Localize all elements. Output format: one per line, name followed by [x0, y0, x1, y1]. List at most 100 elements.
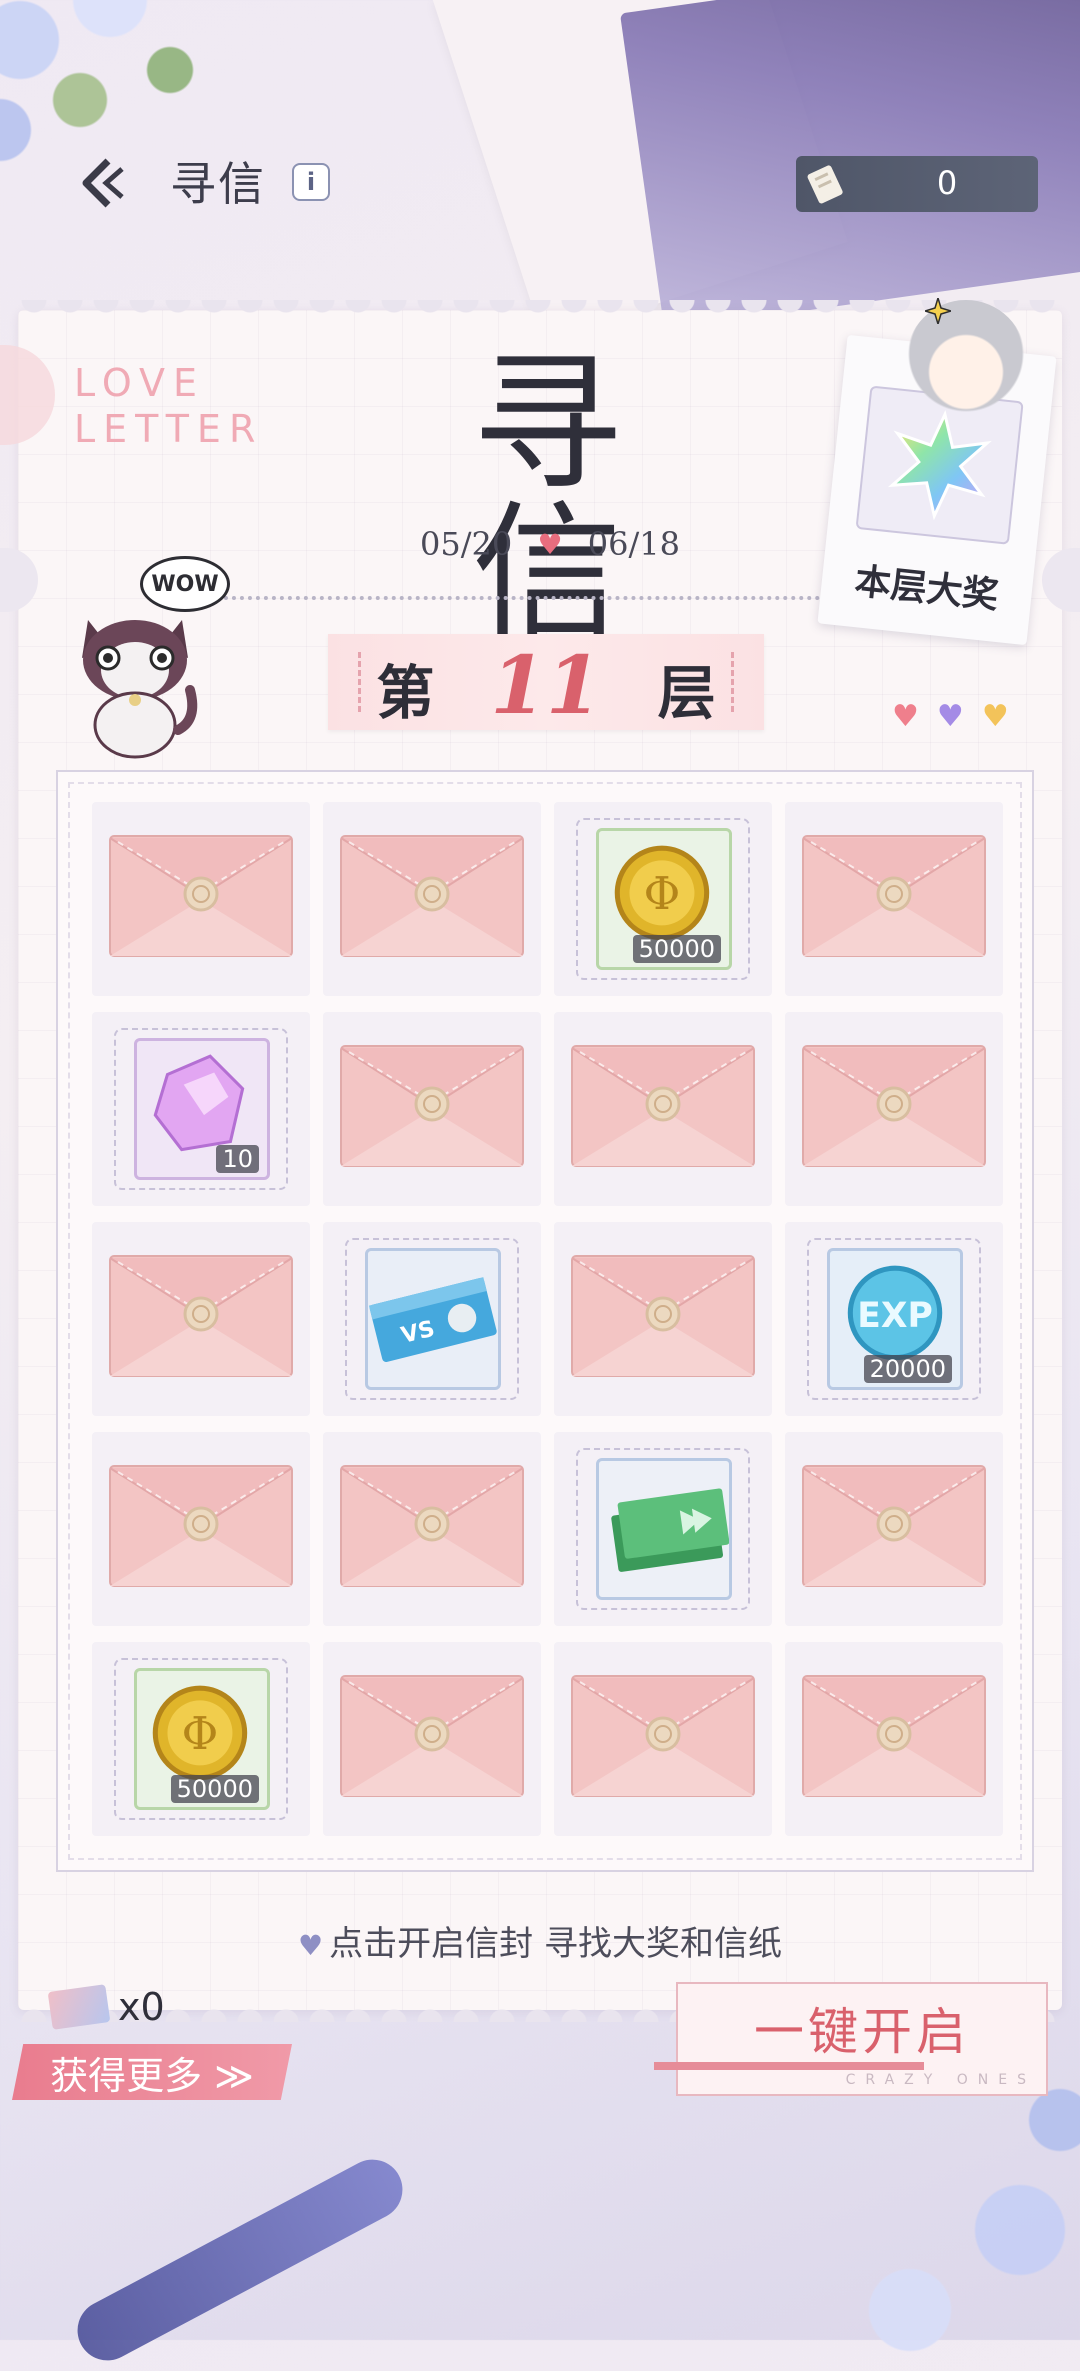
heart-red-icon: ♥ — [892, 699, 919, 734]
reward-frame: 10 — [114, 1028, 288, 1190]
reward-quantity: 20000 — [863, 1355, 952, 1383]
envelope — [108, 830, 294, 960]
envelope-cell[interactable] — [323, 1642, 541, 1836]
envelope-icon — [340, 1045, 524, 1167]
envelope-cell[interactable] — [785, 1642, 1003, 1836]
pen-decoration — [66, 2149, 414, 2371]
envelope — [801, 1460, 987, 1590]
reward-frame: VS — [345, 1238, 519, 1400]
page-title: 寻信 — [170, 157, 266, 211]
event-title: 寻信 — [471, 338, 628, 662]
envelope — [801, 1670, 987, 1800]
reward-quantity: 50000 — [632, 935, 721, 963]
envelope-icon — [802, 1675, 986, 1797]
envelope-cell[interactable] — [554, 1012, 772, 1206]
get-more-button[interactable]: 获得更多 ≫ — [12, 2044, 292, 2100]
floor-suffix: 层 — [657, 659, 716, 727]
envelope-cell[interactable] — [785, 802, 1003, 996]
ticket-count: x0 — [118, 1985, 165, 2029]
envelope-icon — [340, 1465, 524, 1587]
envelope — [570, 1040, 756, 1170]
envelope-cell[interactable] — [554, 1222, 772, 1416]
reward-box: Φ 50000 — [134, 1668, 270, 1810]
envelope — [570, 1670, 756, 1800]
floor-banner: 第 11 层 — [328, 634, 764, 732]
green-ticket-icon — [611, 1488, 730, 1572]
date-end: 06/18 — [587, 525, 680, 563]
heart-yellow-icon: ♥ — [981, 699, 1009, 734]
envelope-icon — [802, 1465, 986, 1587]
envelope-cell[interactable] — [785, 1432, 1003, 1626]
counter-value: 0 — [936, 164, 958, 202]
envelope-cell[interactable] — [323, 1012, 541, 1206]
love-letter-text: LOVE LETTER — [74, 360, 263, 452]
heart-indicators: ♥ ♥ ♥ — [892, 702, 1009, 732]
blue-ticket-icon: VS — [368, 1277, 497, 1362]
love-letter-line: LOVE — [74, 361, 206, 405]
envelope — [108, 1460, 294, 1590]
letter-ticket-icon — [47, 1984, 111, 2030]
reward-cell[interactable] — [554, 1432, 772, 1626]
character-avatar — [906, 300, 1026, 420]
reward-cell[interactable]: VS — [323, 1222, 541, 1416]
envelope-icon — [571, 1045, 755, 1167]
reward-cell[interactable]: EXP 20000 — [785, 1222, 1003, 1416]
letter-counter: 0 — [796, 156, 1038, 212]
reward-cell[interactable]: Φ 50000 — [554, 802, 772, 996]
envelope-cell[interactable] — [92, 1432, 310, 1626]
info-button[interactable]: i — [292, 163, 330, 201]
envelope-cell[interactable] — [92, 802, 310, 996]
hint-text: 点击开启信封 寻找大奖和信纸 — [329, 1924, 782, 1964]
envelope-icon — [340, 1675, 524, 1797]
button-stripe — [654, 2062, 924, 2070]
back-button[interactable] — [78, 155, 128, 211]
envelope-cell[interactable] — [92, 1222, 310, 1416]
card-perforation — [18, 300, 1062, 322]
svg-text:Φ: Φ — [182, 1708, 219, 1760]
envelope — [570, 1250, 756, 1380]
envelope-icon — [802, 835, 986, 957]
envelope — [339, 1670, 525, 1800]
hint-text-row: ♥ 点击开启信封 寻找大奖和信纸 — [0, 1916, 1080, 1965]
envelope-icon — [109, 1465, 293, 1587]
love-letter-line: LETTER — [74, 407, 264, 451]
sparkle-icon — [925, 298, 951, 324]
reward-cell[interactable]: Φ 50000 — [92, 1642, 310, 1836]
heart-icon: ♥ — [537, 527, 563, 561]
reward-quantity: 10 — [216, 1145, 259, 1173]
envelope — [801, 1040, 987, 1170]
envelope-cell[interactable] — [323, 1432, 541, 1626]
info-icon: i — [306, 168, 316, 196]
envelope-cell[interactable] — [323, 802, 541, 996]
reward-frame: Φ 50000 — [576, 818, 750, 980]
envelope-icon — [802, 1045, 986, 1167]
reward-quantity: 50000 — [170, 1775, 259, 1803]
svg-text:Φ: Φ — [644, 868, 681, 920]
event-dates: 05/20 ♥ 06/18 — [420, 525, 680, 563]
envelope — [108, 1250, 294, 1380]
open-all-label: 一键开启 — [754, 2003, 970, 2061]
cat-mascot-icon — [82, 620, 198, 759]
reward-cell[interactable]: 10 — [92, 1012, 310, 1206]
reward-frame: EXP 20000 — [807, 1238, 981, 1400]
envelope — [339, 1040, 525, 1170]
envelope-cell[interactable] — [785, 1012, 1003, 1206]
envelope — [339, 830, 525, 960]
reward-frame — [576, 1448, 750, 1610]
reward-frame: Φ 50000 — [114, 1658, 288, 1820]
envelope-cell[interactable] — [554, 1642, 772, 1836]
reward-box: 10 — [134, 1038, 270, 1180]
envelope-grid: Φ 50000 10 VS EXP 20000 Φ 50000 — [56, 770, 1034, 1872]
flower-decoration — [820, 2080, 1080, 2360]
envelope-icon — [109, 835, 293, 957]
floor-number: 11 — [490, 638, 602, 732]
reward-box: VS — [365, 1248, 501, 1390]
open-all-button[interactable]: 一键开启 CRAZY ONES — [654, 1982, 1048, 2096]
envelope-icon — [109, 1255, 293, 1377]
envelope-icon — [340, 835, 524, 957]
svg-text:EXP: EXP — [857, 1296, 933, 1336]
envelope — [801, 830, 987, 960]
heart-purple-icon: ♥ — [936, 699, 964, 734]
envelope-icon — [571, 1675, 755, 1797]
reward-box: EXP 20000 — [827, 1248, 963, 1390]
